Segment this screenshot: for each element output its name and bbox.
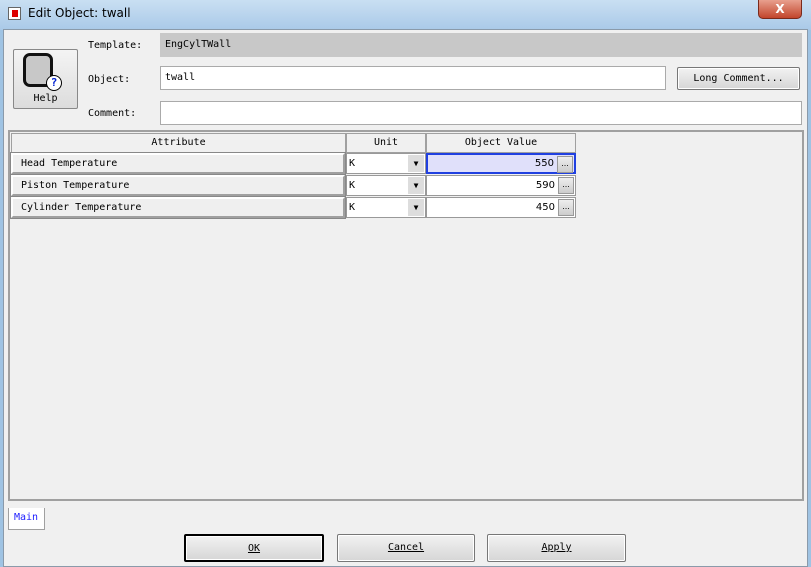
comment-label: Comment: [88,108,137,119]
window-title: Edit Object: twall [28,6,131,20]
title-bar: Edit Object: twall X [0,0,811,30]
object-label: Object: [88,74,131,85]
column-header-attribute[interactable]: Attribute [11,133,346,153]
unit-select[interactable]: K ▼ [346,197,426,218]
chevron-down-icon[interactable]: ▼ [408,155,424,172]
ok-button[interactable]: OK [184,534,324,562]
tab-main[interactable]: Main [8,508,45,530]
unit-select[interactable]: K ▼ [346,175,426,196]
value-input[interactable]: 590... [426,175,576,196]
long-comment-button[interactable]: Long Comment... [677,67,800,90]
ellipsis-button[interactable]: ... [558,177,574,194]
template-field: EngCylTWall [160,33,802,57]
comment-input[interactable] [160,101,802,125]
column-header-value[interactable]: Object Value [426,133,576,153]
attribute-cell: Head Temperature [11,153,345,174]
chevron-down-icon[interactable]: ▼ [408,177,424,194]
cancel-label: Cancel [387,542,425,553]
help-label: Help [33,93,58,104]
unit-value: K [349,202,356,213]
apply-label: Apply [541,542,572,553]
unit-value: K [349,158,356,169]
value-text: 590 [535,180,555,191]
attribute-cell: Piston Temperature [11,175,345,196]
unit-value: K [349,180,356,191]
template-label: Template: [88,40,143,51]
apply-button[interactable]: Apply [487,534,626,562]
cancel-button[interactable]: Cancel [337,534,475,562]
ellipsis-button[interactable]: ... [557,156,573,173]
unit-select[interactable]: K ▼ [346,153,426,174]
value-input[interactable]: 550... [426,153,576,174]
object-input[interactable]: twall [160,66,666,90]
attribute-cell: Cylinder Temperature [11,197,345,218]
value-input[interactable]: 450... [426,197,576,218]
ok-label: OK [247,543,261,554]
value-text: 550 [534,158,554,169]
question-icon: ? [46,75,62,91]
chevron-down-icon[interactable]: ▼ [408,199,424,216]
help-button[interactable]: ? Help [13,49,78,109]
ellipsis-button[interactable]: ... [558,199,574,216]
app-icon [8,7,21,20]
dialog-body: ? Help Template: EngCylTWall Object: twa… [3,29,808,567]
value-text: 450 [535,202,555,213]
close-button[interactable]: X [758,0,802,19]
attribute-grid: Attribute Unit Object Value Head Tempera… [8,130,804,501]
column-header-unit[interactable]: Unit [346,133,426,153]
